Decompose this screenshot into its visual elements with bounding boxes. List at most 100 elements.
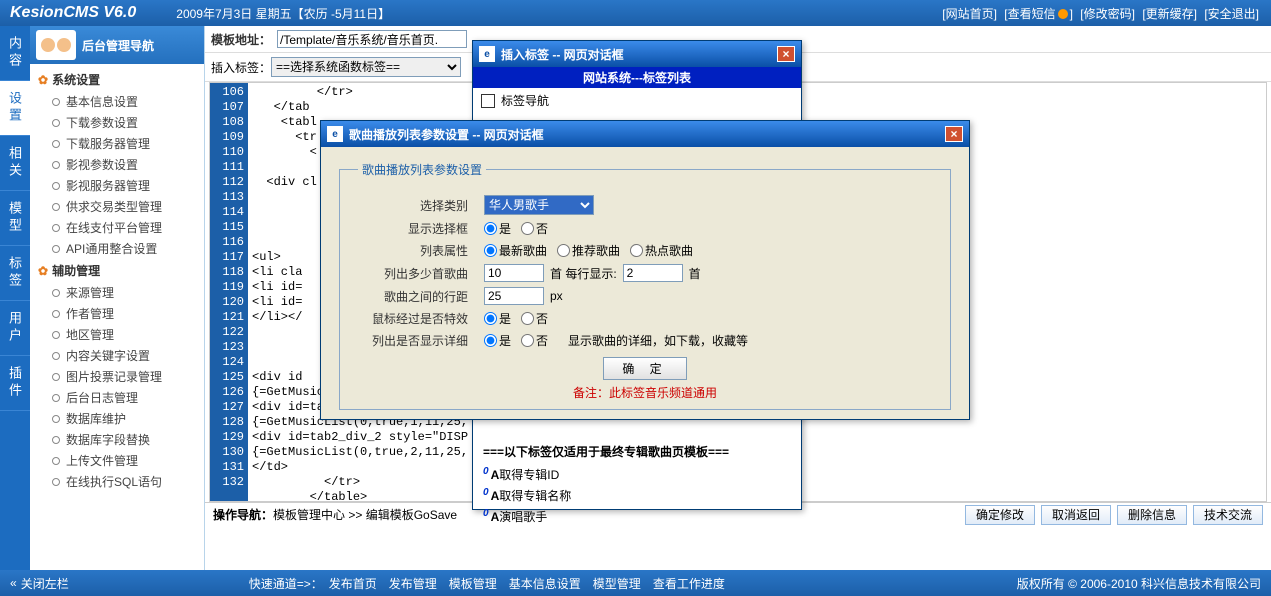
bullet-icon — [52, 478, 60, 486]
vtab-0[interactable]: 内容 — [0, 26, 30, 81]
nav-item[interactable]: 作者管理 — [38, 303, 196, 324]
nav-item[interactable]: 上传文件管理 — [38, 450, 196, 471]
attr-hot[interactable] — [630, 244, 643, 257]
quick-link[interactable]: 发布管理 — [389, 577, 437, 591]
nav-item[interactable]: 下载服务器管理 — [38, 133, 196, 154]
tag-item[interactable]: 0A演唱歌手 — [483, 506, 791, 527]
hover-yes[interactable] — [484, 312, 497, 325]
bullet-icon — [52, 119, 60, 127]
vtab-1[interactable]: 设置 — [0, 81, 30, 136]
detail-yes[interactable] — [484, 334, 497, 347]
category-select[interactable]: 华人男歌手 — [484, 195, 594, 215]
quick-label: 快速通道=>： — [249, 575, 323, 592]
nav-item[interactable]: 来源管理 — [38, 282, 196, 303]
copyright: 版权所有 © 2006-2010 科兴信息技术有限公司 — [1017, 575, 1261, 592]
action-button[interactable]: 删除信息 — [1117, 505, 1187, 525]
top-links: [网站首页] [查看短信] [修改密码] [更新缓存] [安全退出] — [940, 5, 1261, 22]
tag-item[interactable]: 0A取得专辑名称 — [483, 485, 791, 506]
dialog1-title: 插入标签 -- 网页对话框 — [501, 46, 624, 63]
link-home[interactable]: [网站首页] — [942, 7, 997, 21]
quick-link[interactable]: 模板管理 — [449, 577, 497, 591]
per-row-input[interactable] — [623, 264, 683, 282]
dialog1-titlebar[interactable]: e 插入标签 -- 网页对话框 × — [473, 41, 801, 67]
action-button[interactable]: 技术交流 — [1193, 505, 1263, 525]
bullet-icon — [52, 98, 60, 106]
tag-nav-row[interactable]: 标签导航 — [473, 88, 801, 113]
nav-item[interactable]: 供求交易类型管理 — [38, 196, 196, 217]
link-exit[interactable]: [安全退出] — [1204, 7, 1259, 21]
left-nav: 后台管理导航 ✿系统设置 基本信息设置下载参数设置下载服务器管理影视参数设置影视… — [30, 26, 205, 570]
insert-select[interactable]: ==选择系统函数标签== — [271, 57, 461, 77]
nav-item[interactable]: 图片投票记录管理 — [38, 366, 196, 387]
nav-item[interactable]: API通用整合设置 — [38, 238, 196, 259]
vtab-2[interactable]: 相关 — [0, 136, 30, 191]
link-pwd[interactable]: [修改密码] — [1080, 7, 1135, 21]
detail-no[interactable] — [521, 334, 534, 347]
nav-item[interactable]: 在线支付平台管理 — [38, 217, 196, 238]
quick-link[interactable]: 模型管理 — [593, 577, 641, 591]
nav-item[interactable]: 下载参数设置 — [38, 112, 196, 133]
link-msg-end[interactable]: ] — [1070, 7, 1073, 21]
attr-recommend[interactable] — [557, 244, 570, 257]
close-icon[interactable]: × — [777, 46, 795, 62]
nav-item[interactable]: 影视参数设置 — [38, 154, 196, 175]
avatar-icon — [36, 30, 76, 60]
vtab-4[interactable]: 标签 — [0, 246, 30, 301]
line-gutter: 106 107 108 109 110 111 112 113 114 115 … — [210, 83, 248, 501]
quick-link[interactable]: 基本信息设置 — [509, 577, 581, 591]
msg-dot-icon — [1058, 9, 1068, 19]
link-msg[interactable]: [查看短信 — [1004, 7, 1055, 21]
status-path: 模板管理中心 >> 编辑模板GoSave — [273, 506, 457, 523]
nav-item[interactable]: 数据库字段替换 — [38, 429, 196, 450]
nav-item[interactable]: 在线执行SQL语句 — [38, 471, 196, 492]
nav-item[interactable]: 后台日志管理 — [38, 387, 196, 408]
bullet-icon — [52, 373, 60, 381]
action-button[interactable]: 确定修改 — [965, 505, 1035, 525]
bullet-icon — [52, 182, 60, 190]
vtab-3[interactable]: 模型 — [0, 191, 30, 246]
app-logo: KesionCMS V6.0 — [10, 4, 136, 22]
nav-item[interactable]: 数据库维护 — [38, 408, 196, 429]
bullet-icon — [52, 331, 60, 339]
bullet-icon — [52, 140, 60, 148]
bullet-icon — [52, 457, 60, 465]
close-left-icon[interactable]: « — [10, 576, 17, 590]
group-assist[interactable]: ✿辅助管理 — [38, 259, 196, 282]
group-system[interactable]: ✿系统设置 — [38, 68, 196, 91]
close-left-link[interactable]: 关闭左栏 — [21, 575, 69, 592]
gear-icon: ✿ — [38, 264, 48, 278]
tag-separator: ===以下标签仅适用于最终专辑歌曲页模板=== — [483, 443, 791, 460]
bullet-icon — [52, 224, 60, 232]
hover-no[interactable] — [521, 312, 534, 325]
dialog-icon: e — [479, 46, 495, 62]
date-text: 2009年7月3日 星期五【农历 -5月11日】 — [176, 5, 390, 22]
song-count-input[interactable] — [484, 264, 544, 282]
nav-item[interactable]: 影视服务器管理 — [38, 175, 196, 196]
status-label: 操作导航： — [213, 506, 273, 523]
tpl-input[interactable] — [277, 30, 467, 48]
vtab-5[interactable]: 用户 — [0, 301, 30, 356]
music-param-dialog: e 歌曲播放列表参数设置 -- 网页对话框 × 歌曲播放列表参数设置 选择类别 … — [320, 120, 970, 420]
dialog2-titlebar[interactable]: e 歌曲播放列表参数设置 -- 网页对话框 × — [321, 121, 969, 147]
show-select-yes[interactable] — [484, 222, 497, 235]
line-height-input[interactable] — [484, 287, 544, 305]
bullet-icon — [52, 161, 60, 169]
action-button[interactable]: 取消返回 — [1041, 505, 1111, 525]
quick-link[interactable]: 查看工作进度 — [653, 577, 725, 591]
tag-item[interactable]: 0A取得专辑ID — [483, 464, 791, 485]
bullet-icon — [52, 352, 60, 360]
show-select-no[interactable] — [521, 222, 534, 235]
cube-icon — [481, 94, 495, 108]
quick-link[interactable]: 发布首页 — [329, 577, 377, 591]
nav-header: 后台管理导航 — [30, 26, 204, 64]
vtab-6[interactable]: 插件 — [0, 356, 30, 411]
nav-item[interactable]: 基本信息设置 — [38, 91, 196, 112]
attr-latest[interactable] — [484, 244, 497, 257]
nav-item[interactable]: 内容关键字设置 — [38, 345, 196, 366]
ok-button[interactable]: 确 定 — [603, 357, 686, 380]
close-icon[interactable]: × — [945, 126, 963, 142]
bottom-bar: « 关闭左栏 快速通道=>： 发布首页发布管理模板管理基本信息设置模型管理查看工… — [0, 570, 1271, 596]
vertical-tabs: 内容设置相关模型标签用户插件 — [0, 26, 30, 570]
nav-item[interactable]: 地区管理 — [38, 324, 196, 345]
link-cache[interactable]: [更新缓存] — [1142, 7, 1197, 21]
